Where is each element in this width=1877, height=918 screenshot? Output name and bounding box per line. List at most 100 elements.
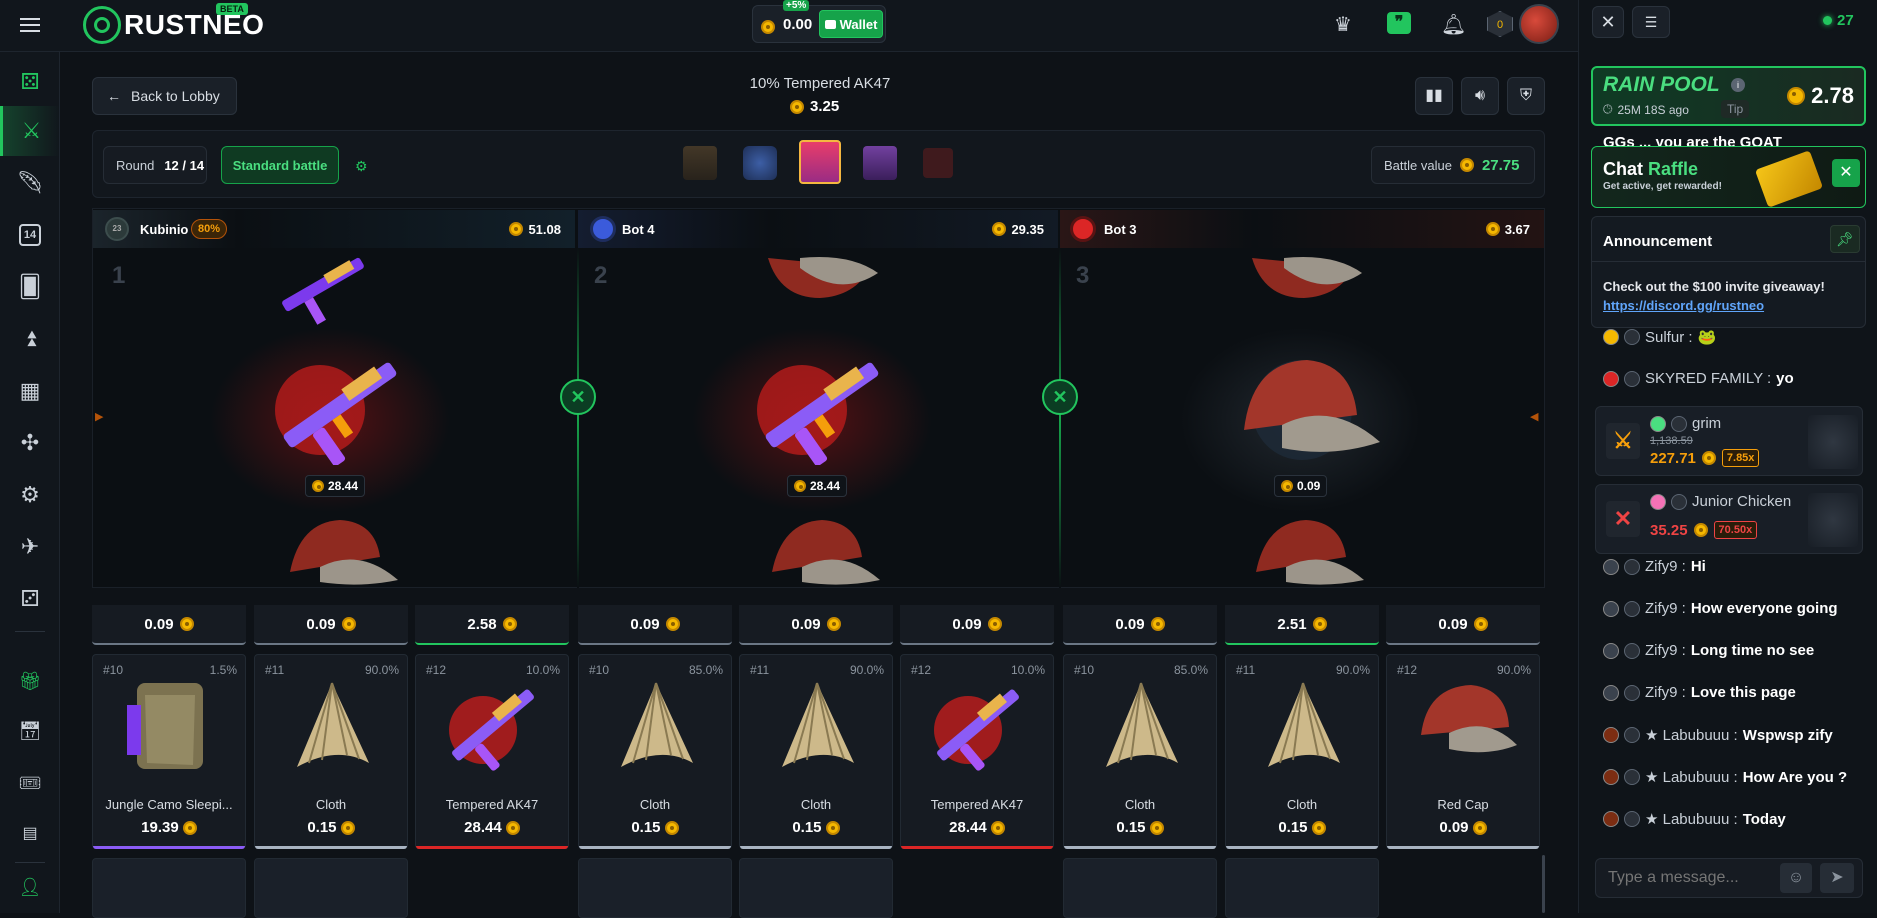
item-card[interactable]: #11 90.0% Cloth 0.15 xyxy=(254,654,408,849)
cap-reel-icon xyxy=(1256,520,1364,585)
card-icon[interactable]: ▤ xyxy=(0,808,60,858)
username[interactable]: Zify9 : xyxy=(1645,558,1686,575)
username[interactable]: Zify9 : xyxy=(1645,684,1686,701)
username[interactable]: ★ Labubuuu : xyxy=(1645,768,1738,786)
dice2-icon[interactable]: ⚂ xyxy=(0,574,60,624)
battle-value-label: Battle value xyxy=(1384,157,1452,173)
user-avatar[interactable] xyxy=(1603,558,1619,575)
item-value: 2.58 xyxy=(467,615,497,633)
user-avatar[interactable] xyxy=(1603,727,1619,743)
chat-quote-icon[interactable]: ❞ xyxy=(1387,12,1411,34)
spray-icon[interactable]: ✈︎ xyxy=(0,522,60,572)
emoji-icon[interactable]: ☺ xyxy=(1780,863,1812,893)
username[interactable]: ★ Labubuuu : xyxy=(1645,726,1738,744)
multiplier-badge: 7.85x xyxy=(1721,449,1760,467)
drone-icon[interactable]: ✣ xyxy=(0,418,60,468)
chat-input[interactable] xyxy=(1596,859,1776,897)
username[interactable]: ★ Labubuuu : xyxy=(1645,810,1738,828)
rain-pool[interactable]: RAIN POOL i 🕒︎ 25M 18S ago Tip 2.78 xyxy=(1591,66,1866,126)
calendar-14-icon[interactable]: 14 xyxy=(0,210,60,260)
menu-icon[interactable] xyxy=(20,14,40,36)
item-card[interactable]: #12 10.0% Tempered AK47 28.44 xyxy=(415,654,569,849)
announcement: Announcement 📌︎ Check out the $100 invit… xyxy=(1591,216,1866,328)
stats-icon[interactable]: ▮▮ xyxy=(1415,77,1453,115)
chat-list-icon[interactable]: ☰ xyxy=(1632,6,1670,38)
item-name: Cloth xyxy=(1286,797,1318,812)
user-avatar[interactable] xyxy=(1603,642,1619,659)
user-avatar[interactable] xyxy=(1603,600,1619,617)
ticket-icon[interactable]: 🎟︎ xyxy=(0,758,60,808)
user-avatar[interactable] xyxy=(1603,684,1619,701)
bell-icon[interactable]: 🔔︎ xyxy=(1441,12,1466,37)
win-card[interactable]: ⚔ grim 1,138.59 227.71 7.85x xyxy=(1595,406,1863,476)
gift-icon[interactable]: 🎁︎ xyxy=(0,656,60,706)
mines-icon[interactable]: ⚙ xyxy=(0,470,60,520)
crate-icon[interactable]: ▦ xyxy=(0,366,60,416)
pointer-right-icon: ◀ xyxy=(1530,411,1539,423)
item-card[interactable]: #12 10.0% Tempered AK47 28.44 xyxy=(900,654,1054,849)
chat-raffle[interactable]: Chat Raffle Get active, get rewarded! ✕ xyxy=(1591,146,1866,208)
username[interactable]: Zify9 : xyxy=(1645,600,1686,617)
item-card[interactable]: #12 90.0% Red Cap 0.09 xyxy=(1386,654,1540,849)
item-price: 0.15 xyxy=(579,819,731,836)
feather-icon[interactable]: 🪶︎ xyxy=(0,158,60,208)
dice-icon[interactable]: ⚄ xyxy=(0,57,60,107)
rain-title: RAIN POOL xyxy=(1603,73,1720,96)
shield-icon[interactable]: ⛨ xyxy=(1507,77,1545,115)
user-icon[interactable]: 👤︎ xyxy=(0,862,60,912)
battles-icon[interactable]: ⚔ xyxy=(0,106,60,156)
crown-icon[interactable]: ♛ xyxy=(1334,12,1352,37)
sound-icon[interactable]: 🔊︎ xyxy=(1461,77,1499,115)
prize-tag: 0.09 xyxy=(1274,475,1328,497)
player-total: 29.35 xyxy=(1011,221,1044,237)
item-card[interactable]: #11 90.0% Cloth 0.15 xyxy=(1225,654,1379,849)
calendar-icon[interactable]: 📅︎ xyxy=(0,706,60,756)
close-icon[interactable]: ✕ xyxy=(1592,6,1624,38)
username[interactable]: Junior Chicken xyxy=(1692,493,1791,510)
pointer-left-icon: ▶ xyxy=(95,411,104,423)
coin-icon xyxy=(761,19,775,34)
info-icon[interactable]: i xyxy=(1731,78,1745,92)
coin-icon xyxy=(665,617,680,631)
item-card[interactable]: #10 85.0% Cloth 0.15 xyxy=(578,654,732,849)
tip-button[interactable]: Tip xyxy=(1721,100,1750,118)
gear-icon[interactable]: ⚙ xyxy=(355,158,368,175)
sidebar: ⚄ ⚔ 🪶︎ 14 🂠 ⏫︎ ▦ ✣ ⚙ ✈︎ ⚂ 🎁︎ 📅︎ 🎟︎ ▤ 👤︎ xyxy=(0,52,60,913)
user-avatar[interactable] xyxy=(1603,811,1619,827)
win-card[interactable]: ✕ Junior Chicken 35.25 70.50x xyxy=(1595,484,1863,554)
pin-icon[interactable]: 📌︎ xyxy=(1830,225,1860,253)
item-card[interactable]: #11 90.0% Cloth 0.15 xyxy=(739,654,893,849)
previous-item-value: 0.09 xyxy=(578,605,732,645)
avatar[interactable] xyxy=(1519,4,1559,44)
player-name: Bot 4 xyxy=(622,221,655,237)
chat-message: Zify9 : Hi xyxy=(1603,558,1706,575)
ak47-icon xyxy=(923,675,1033,780)
prize-tag: 28.44 xyxy=(305,475,366,497)
username[interactable]: SKYRED FAMILY : xyxy=(1645,370,1771,387)
upgrade-icon[interactable]: ⏫︎ xyxy=(0,314,60,364)
username[interactable]: Zify9 : xyxy=(1645,642,1686,659)
user-avatar[interactable] xyxy=(1650,415,1666,432)
cards-icon[interactable]: 🂠 xyxy=(0,262,60,312)
level-icon xyxy=(1624,684,1640,701)
user-avatar[interactable] xyxy=(1603,329,1619,345)
bot-avatar-icon xyxy=(590,216,616,242)
close-raffle-icon[interactable]: ✕ xyxy=(1832,159,1860,187)
sleeping-bag-icon xyxy=(115,675,225,780)
item-card[interactable]: #10 85.0% Cloth 0.15 xyxy=(1063,654,1217,849)
user-avatar[interactable] xyxy=(1603,769,1619,785)
player-name: Kubinio xyxy=(140,221,189,237)
battle-price: 3.25 xyxy=(790,98,850,115)
user-avatar[interactable] xyxy=(1603,370,1619,387)
item-card[interactable]: #10 1.5% Jungle Camo Sleepi... 19.39 xyxy=(92,654,246,849)
scrollbar[interactable] xyxy=(1542,855,1545,913)
clock-icon: 🕒︎ xyxy=(1603,102,1613,116)
announcement-link[interactable]: https://discord.gg/rustneo xyxy=(1603,298,1764,313)
send-icon[interactable]: ➤ xyxy=(1820,863,1854,893)
cloth-icon xyxy=(601,675,711,780)
back-to-lobby-button[interactable]: ← Back to Lobby xyxy=(92,77,237,115)
username[interactable]: grim xyxy=(1692,415,1721,432)
user-avatar[interactable] xyxy=(1650,493,1666,510)
username[interactable]: Sulfur : xyxy=(1645,329,1693,346)
wallet-button[interactable]: Wallet xyxy=(819,10,883,38)
